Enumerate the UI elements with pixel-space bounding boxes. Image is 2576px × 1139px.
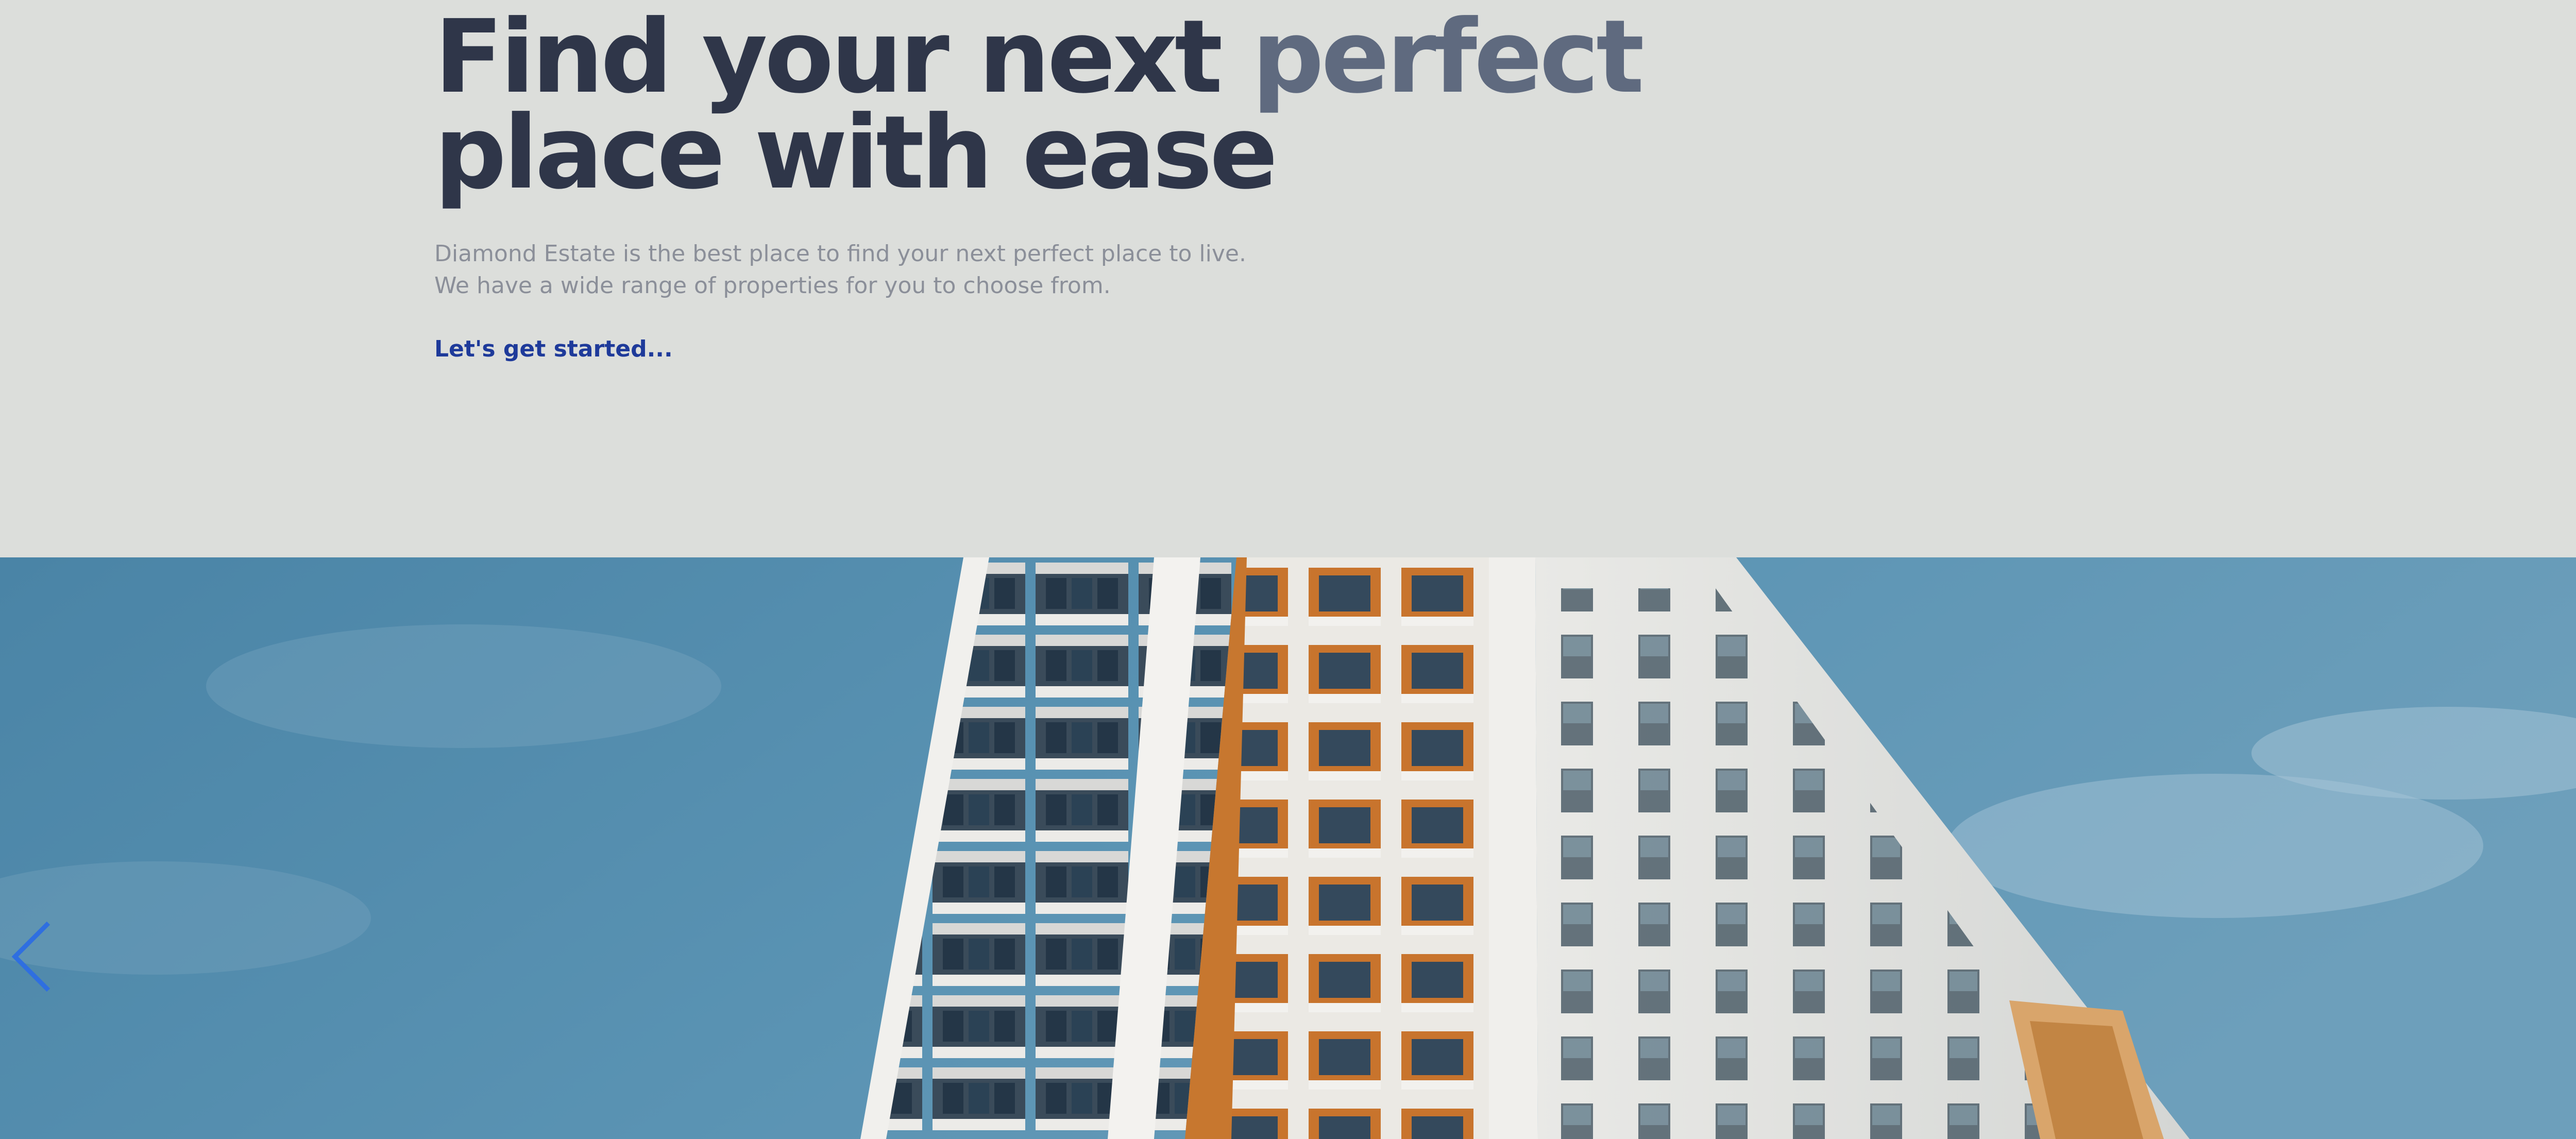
hero-description: Diamond Estate is the best place to find… (434, 238, 1671, 302)
chevron-left-icon (11, 921, 50, 992)
image-carousel (0, 557, 2576, 1139)
hero-headline: Find your next perfect place with ease (434, 7, 1671, 203)
hero-description-line2: We have a wide range of properties for y… (434, 273, 1111, 299)
apartment-building-photo (0, 557, 2576, 1139)
headline-accent: perfect (1251, 0, 1645, 116)
hero-content: Find your next perfect place with ease D… (434, 7, 1671, 362)
hero-section: Find your next perfect place with ease D… (0, 0, 2576, 557)
carousel-prev-button[interactable] (7, 918, 54, 995)
hero-description-line1: Diamond Estate is the best place to find… (434, 241, 1246, 267)
headline-line2: place with ease (434, 94, 1278, 212)
get-started-link[interactable]: Let's get started... (434, 336, 673, 362)
